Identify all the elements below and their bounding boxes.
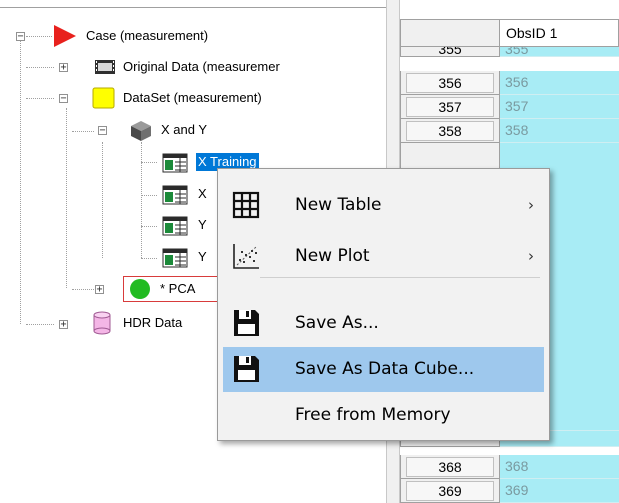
green-circle-icon <box>130 279 150 299</box>
menu-item-free-from-memory[interactable]: Free from Memory <box>223 393 544 438</box>
tree-connector <box>26 36 52 37</box>
menu-item-label: Free from Memory <box>295 405 451 425</box>
tree-connector <box>26 324 54 325</box>
collapse-toggle[interactable]: − <box>59 94 68 104</box>
menu-item-label: Save As Data Cube... <box>295 359 475 379</box>
row-header[interactable]: 358 <box>400 119 500 143</box>
row-header[interactable]: 356 <box>400 71 500 95</box>
table-row[interactable]: 357 357 <box>400 95 619 119</box>
tree-item-dataset[interactable]: DataSet (measurement) <box>121 89 264 107</box>
tree-item-case[interactable]: Case (measurement) <box>84 27 210 45</box>
table-cell[interactable]: 358 <box>500 119 619 143</box>
tree-top-border <box>0 0 386 8</box>
table-icon <box>162 216 188 236</box>
floppy-disk-icon <box>234 310 259 336</box>
row-header[interactable]: 368 <box>400 455 500 479</box>
table-row[interactable]: 356 356 <box>400 71 619 95</box>
expand-toggle[interactable]: + <box>95 285 104 295</box>
tree-connector <box>141 258 157 259</box>
table-cell[interactable]: 356 <box>500 71 619 95</box>
table-row[interactable]: 368 368 <box>400 455 619 479</box>
table-icon <box>162 185 188 205</box>
table-icon <box>162 153 188 173</box>
tree-connector <box>141 142 142 258</box>
tree-connector <box>141 162 157 163</box>
context-menu: New Table › New Plot › Save As... Save A… <box>217 168 550 441</box>
tree-item-original-data[interactable]: Original Data (measuremer <box>121 58 282 76</box>
tree-item-x[interactable]: X <box>196 185 209 203</box>
expand-toggle[interactable]: + <box>59 320 68 330</box>
table-cell[interactable]: 357 <box>500 95 619 119</box>
tree-item-y[interactable]: Y <box>196 216 209 234</box>
table-row[interactable]: 369 369 <box>400 479 619 503</box>
menu-item-save-as[interactable]: Save As... <box>223 301 544 346</box>
red-arrow-icon <box>54 25 76 47</box>
tree-connector <box>20 38 21 324</box>
tree-connector <box>72 289 94 290</box>
tree-connector <box>72 131 94 132</box>
tree-item-x-and-y[interactable]: X and Y <box>159 121 209 139</box>
tree-item-pca[interactable]: * PCA <box>158 280 197 298</box>
tree-item-hdr-data[interactable]: HDR Data <box>121 314 184 332</box>
scatter-plot-icon <box>233 244 259 269</box>
menu-item-save-as-data-cube[interactable]: Save As Data Cube... <box>223 347 544 392</box>
cylinder-icon <box>93 311 111 335</box>
film-strip-icon <box>95 60 115 74</box>
row-header[interactable]: 357 <box>400 95 500 119</box>
tree-connector <box>66 108 67 288</box>
chevron-right-icon: › <box>528 196 534 214</box>
chevron-right-icon: › <box>528 247 534 265</box>
menu-item-new-plot[interactable]: New Plot › <box>223 234 544 279</box>
tree-connector <box>141 226 157 227</box>
menu-item-label: Save As... <box>295 313 379 333</box>
grid-icon <box>232 191 260 219</box>
yellow-square-icon <box>92 87 115 109</box>
table-row[interactable]: 355 355 <box>400 47 619 57</box>
row-header[interactable]: 369 <box>400 479 500 503</box>
menu-item-label: New Plot <box>295 246 370 266</box>
column-header-obsid[interactable]: ObsID 1 <box>500 19 619 47</box>
tree-connector <box>102 142 103 258</box>
table-cell[interactable]: 369 <box>500 479 619 503</box>
collapse-toggle[interactable]: − <box>98 126 107 136</box>
collapse-toggle[interactable]: − <box>16 32 25 42</box>
tree-connector <box>26 67 54 68</box>
cube-icon <box>131 121 151 141</box>
tree-item-y-2[interactable]: Y <box>196 248 209 266</box>
expand-toggle[interactable]: + <box>59 63 68 73</box>
table-cell[interactable]: 355 <box>500 47 619 57</box>
row-header[interactable]: 355 <box>400 47 500 57</box>
menu-separator <box>260 277 540 278</box>
menu-item-new-table[interactable]: New Table › <box>223 183 544 228</box>
tree-connector <box>141 195 157 196</box>
table-icon <box>162 248 188 268</box>
tree-connector <box>26 98 54 99</box>
floppy-disk-icon <box>234 356 259 382</box>
grid-corner[interactable] <box>400 19 500 47</box>
table-cell[interactable]: 368 <box>500 455 619 479</box>
table-row[interactable]: 358 358 <box>400 119 619 143</box>
menu-item-label: New Table <box>295 195 382 215</box>
